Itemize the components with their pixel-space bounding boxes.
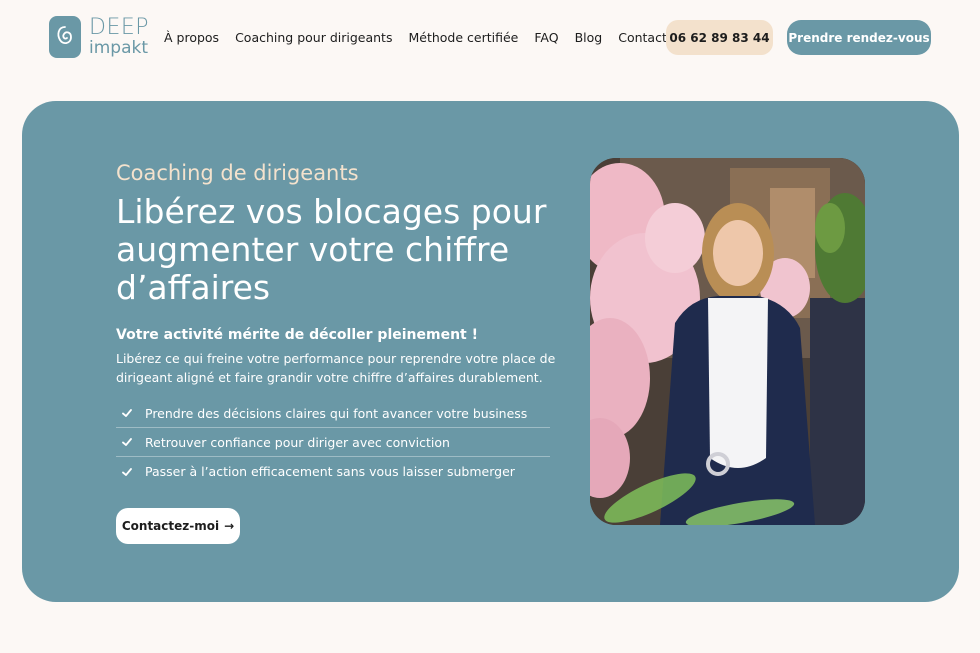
list-item-label: Prendre des décisions claires qui font a… bbox=[145, 405, 528, 421]
list-item: Passer à l’action efficacement sans vous… bbox=[116, 457, 550, 486]
nav-item-coaching[interactable]: Coaching pour dirigeants bbox=[235, 30, 392, 45]
nav-item-contact[interactable]: Contact bbox=[618, 30, 667, 45]
hero-eyebrow: Coaching de dirigeants bbox=[116, 161, 359, 185]
contact-button-label: Contactez-moi bbox=[121, 519, 220, 533]
logo[interactable]: DEEP impakt bbox=[49, 16, 149, 58]
nav-item-methode[interactable]: Méthode certifiée bbox=[408, 30, 518, 45]
check-icon bbox=[122, 409, 132, 417]
list-item-label: Passer à l’action efficacement sans vous… bbox=[145, 464, 515, 479]
arrow-right-icon: → bbox=[224, 519, 235, 533]
site-header: DEEP impakt À propos Coaching pour dirig… bbox=[0, 0, 980, 78]
hero-paragraph: Libérez ce qui freine votre performance … bbox=[116, 351, 556, 385]
hero-section: Coaching de dirigeants Libérez vos bloca… bbox=[22, 101, 959, 602]
book-appointment-button[interactable]: Prendre rendez-vous bbox=[787, 20, 931, 55]
logo-text: DEEP impakt bbox=[89, 17, 149, 57]
nav-item-faq[interactable]: FAQ bbox=[534, 30, 558, 45]
contact-button[interactable]: Contactez-moi → bbox=[116, 508, 240, 544]
main-nav: À propos Coaching pour dirigeants Méthod… bbox=[164, 30, 683, 45]
coach-portrait-photo bbox=[590, 158, 865, 525]
check-icon bbox=[122, 467, 132, 476]
hero-headline: Libérez vos blocages pour augmenter votr… bbox=[116, 192, 547, 307]
list-item-label: Retrouver confiance pour diriger avec co… bbox=[145, 434, 450, 450]
check-icon bbox=[122, 438, 132, 446]
logo-spiral-icon bbox=[49, 16, 81, 58]
list-item: Prendre des décisions claires qui font a… bbox=[116, 399, 550, 428]
logo-line2: impakt bbox=[89, 38, 149, 58]
benefits-list: Prendre des décisions claires qui font a… bbox=[116, 399, 550, 486]
hero-subhead: Votre activité mérite de décoller pleine… bbox=[116, 327, 478, 343]
list-item: Retrouver confiance pour diriger avec co… bbox=[116, 428, 550, 457]
phone-button[interactable]: 06 62 89 83 44 bbox=[666, 20, 773, 55]
nav-item-blog[interactable]: Blog bbox=[575, 30, 603, 45]
nav-item-a-propos[interactable]: À propos bbox=[164, 30, 219, 45]
logo-line1: DEEP bbox=[89, 15, 150, 40]
